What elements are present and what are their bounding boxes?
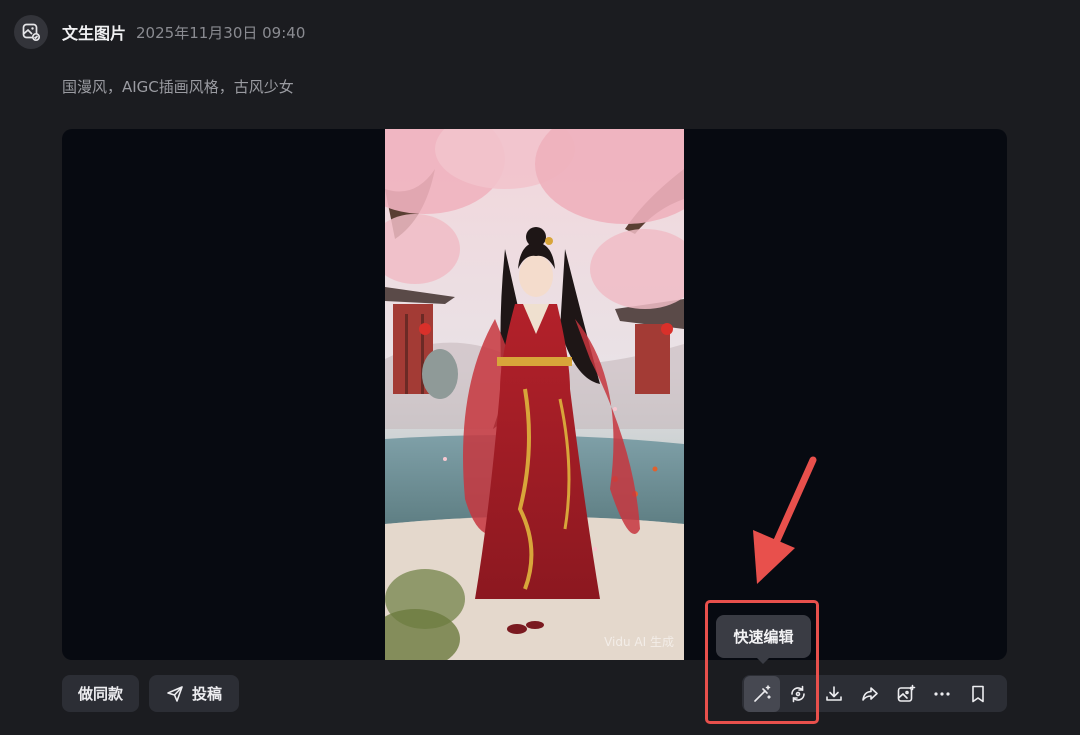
bookmark-icon[interactable]	[960, 676, 996, 712]
prompt-text: 国漫风，AIGC插画风格，古风少女	[62, 78, 294, 96]
generated-image[interactable]: Vidu AI 生成	[345, 129, 715, 660]
highlight-box	[705, 600, 819, 724]
send-icon	[166, 685, 184, 703]
more-icon[interactable]	[924, 676, 960, 712]
timestamp: 2025年11月30日 09:40	[136, 23, 306, 42]
post-header: 文生图片 2025年11月30日 09:40	[14, 14, 305, 50]
make-same-button[interactable]: 做同款	[62, 675, 139, 712]
image-preview[interactable]: Vidu AI 生成	[62, 129, 1007, 660]
submit-label: 投稿	[191, 685, 222, 703]
make-same-label: 做同款	[77, 685, 123, 703]
annotation-arrow	[753, 456, 817, 584]
image-watermark: Vidu AI 生成	[604, 635, 674, 649]
image-add-icon[interactable]	[888, 676, 924, 712]
page-title: 文生图片	[62, 24, 127, 43]
download-icon[interactable]	[816, 676, 852, 712]
share-icon[interactable]	[852, 676, 888, 712]
image-edit-icon	[14, 15, 48, 49]
submit-button[interactable]: 投稿	[149, 675, 239, 712]
